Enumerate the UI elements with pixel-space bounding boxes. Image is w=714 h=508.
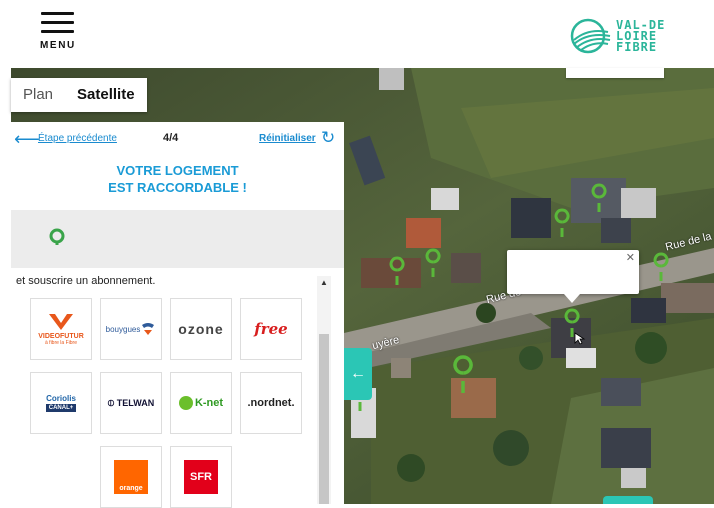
operator-grid: VIDEOFUTUR à fibre la Fibre bouygues ozo…: [30, 298, 310, 508]
operator-name: free: [254, 320, 288, 338]
close-icon[interactable]: ✕: [626, 251, 635, 264]
title-line: EST RACCORDABLE !: [108, 180, 247, 195]
subscribe-text: et souscrire un abonnement.: [16, 275, 156, 287]
map-type-satellite[interactable]: Satellite: [65, 78, 147, 112]
eligibility-title: VOTRE LOGEMENT EST RACCORDABLE !: [11, 162, 344, 196]
coriolis-logo: Coriolis CANAL+: [46, 394, 76, 412]
knet-logo-icon: [178, 396, 193, 410]
scrollbar-thumb[interactable]: [319, 334, 329, 504]
operator-ozone[interactable]: ozone: [170, 298, 232, 360]
operator-videofutur[interactable]: VIDEOFUTUR à fibre la Fibre: [30, 298, 92, 360]
panel-nav: ⟵ Étape précédente 4/4 Réinitialiser ↻: [11, 122, 344, 158]
map-marker-icon: [49, 228, 65, 245]
map-type-plan[interactable]: Plan: [11, 78, 65, 112]
operator-name: .nordnet.: [247, 397, 295, 409]
map-info-window: ✕: [507, 250, 639, 303]
operator-knet[interactable]: K-net: [170, 372, 232, 434]
app-header: MENU VAL-DE LOIRE FIBRE: [0, 0, 714, 68]
operator-telwan[interactable]: ⦶ TELWAN: [100, 372, 162, 434]
operator-name: VIDEOFUTUR: [38, 332, 84, 340]
arrow-left-icon[interactable]: ⟵: [14, 129, 40, 150]
collapse-panel-button[interactable]: ←: [344, 348, 372, 400]
map-control-edge: [566, 68, 664, 78]
operator-name: ozone: [178, 321, 224, 337]
hamburger-icon: [41, 12, 74, 15]
operator-name: orange: [114, 460, 148, 494]
refresh-icon[interactable]: ↻: [321, 128, 335, 148]
operator-name: K-net: [194, 397, 224, 409]
videofutur-v-icon: [49, 313, 73, 330]
val-de-loire-fibre-logo[interactable]: VAL-DE LOIRE FIBRE: [568, 14, 668, 58]
operator-nordnet[interactable]: .nordnet.: [240, 372, 302, 434]
operator-name: TELWAN: [116, 397, 155, 408]
hamburger-bar: [41, 21, 74, 24]
map-type-toggle: Plan Satellite: [11, 78, 147, 112]
menu-label: MENU: [40, 40, 76, 51]
operator-name: Coriolis: [46, 394, 76, 403]
operator-sub: à fibre la Fibre: [45, 339, 77, 346]
telwan-logo: ⦶ TELWAN: [107, 397, 155, 408]
hamburger-bar: [41, 30, 74, 33]
previous-step-link[interactable]: Étape précédente: [38, 133, 117, 144]
scroll-up-icon[interactable]: ▲: [320, 278, 328, 287]
menu-button[interactable]: MENU: [40, 11, 80, 53]
arrow-left-icon: ←: [350, 365, 366, 382]
videofutur-logo: VIDEOFUTUR à fibre la Fibre: [38, 313, 84, 346]
reset-link[interactable]: Réinitialiser: [259, 133, 316, 144]
bouygues-logo-icon: [142, 323, 155, 335]
operator-name: SFR: [184, 460, 218, 494]
panel-scrollbar[interactable]: ▲: [317, 276, 331, 504]
operator-bouygues[interactable]: bouygues: [100, 298, 162, 360]
address-band: [11, 210, 344, 268]
title-line: VOTRE LOGEMENT: [116, 163, 239, 178]
bottom-button-edge[interactable]: [603, 496, 653, 504]
info-window-tail: [564, 294, 580, 303]
operator-coriolis[interactable]: Coriolis CANAL+: [30, 372, 92, 434]
operator-sfr[interactable]: SFR: [170, 446, 232, 508]
operator-orange[interactable]: orange: [100, 446, 162, 508]
logo-globe-icon: [570, 18, 611, 54]
operator-free[interactable]: free: [240, 298, 302, 360]
operator-name: bouygues: [105, 324, 141, 334]
logo-line: FIBRE: [616, 40, 658, 54]
eligibility-panel: ⟵ Étape précédente 4/4 Réinitialiser ↻ V…: [11, 122, 344, 508]
step-indicator: 4/4: [163, 132, 179, 144]
operator-sub: CANAL+: [46, 404, 76, 412]
logo-text: VAL-DE LOIRE FIBRE: [616, 19, 665, 54]
